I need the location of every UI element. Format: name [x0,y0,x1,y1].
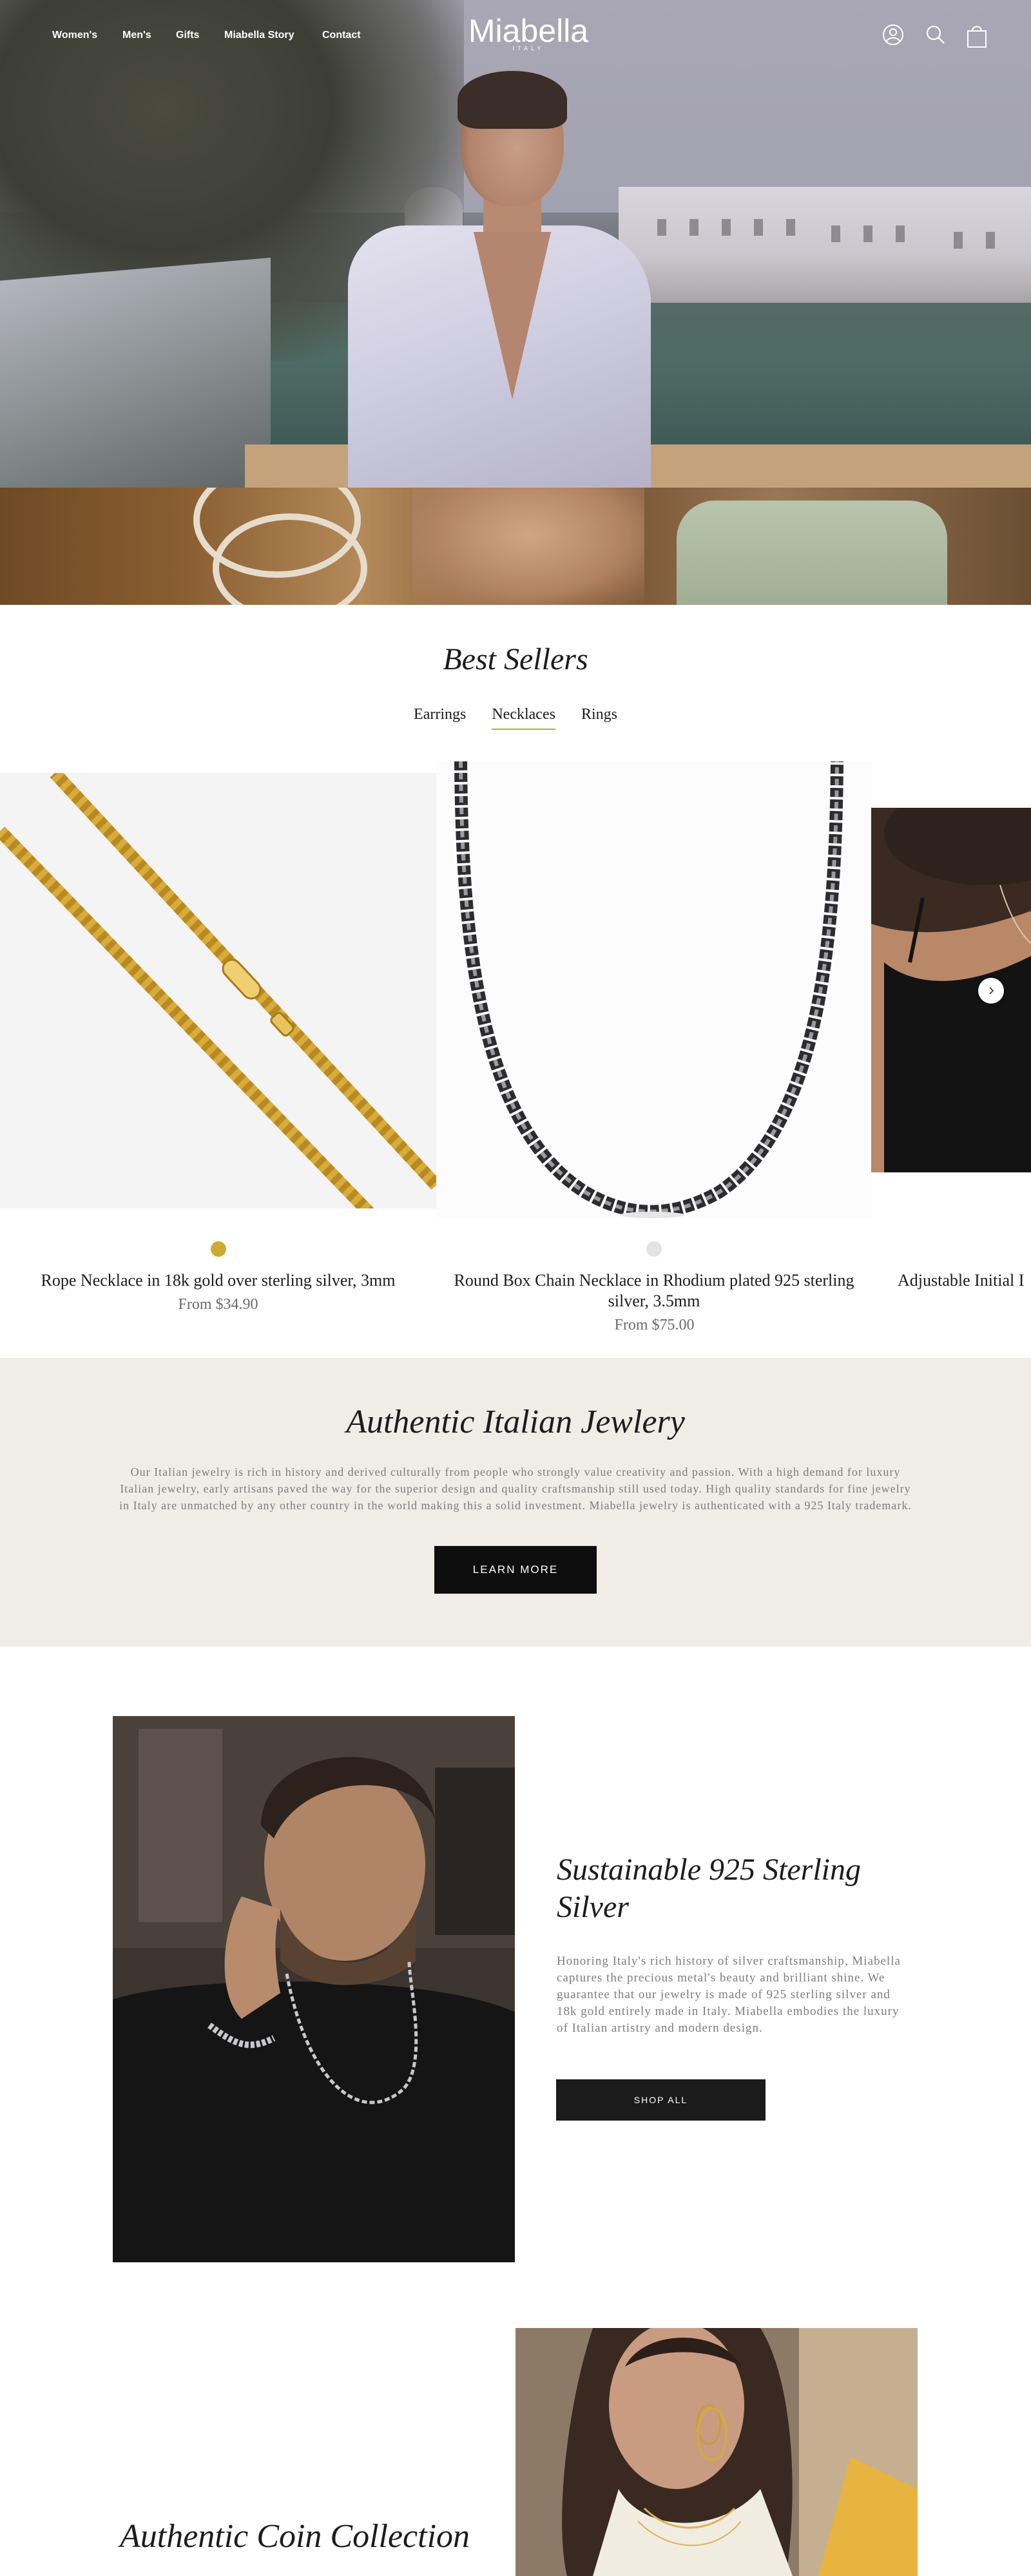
product-name-3[interactable]: Adjustable Initial I [898,1270,1031,1291]
best-sellers-tabs: Earrings Necklaces Rings [0,706,1031,730]
nav-miabella-story[interactable]: Miabella Story [224,30,294,41]
swatch-gold[interactable] [211,1241,226,1257]
product-name-2[interactable]: Round Box Chain Necklace in Rhodium plat… [451,1270,857,1312]
swatch-silver[interactable] [646,1241,662,1257]
learn-more-button[interactable]: LEARN MORE [434,1546,597,1594]
product-image-initial-necklace[interactable] [871,808,1031,1172]
nav-contact[interactable]: Contact [322,30,361,41]
sterling-image [113,1716,515,2262]
hero-second-image [0,488,1031,605]
hero-model [348,52,651,488]
product-price-2: From $75.00 [614,1317,695,1333]
coin-collection-title: Authentic Coin Collection [120,2518,470,2555]
chevron-right-icon [989,987,994,995]
header-icons [882,23,991,49]
logo-name: Miabella [468,13,589,49]
authentic-title: Authentic Italian Jewlery [346,1404,685,1440]
hero-building [619,187,1031,303]
best-sellers-title: Best Sellers [443,642,588,676]
coin-collection-image [516,2328,918,2576]
product-price-1: From $34.90 [178,1296,258,1313]
cart-icon[interactable] [965,23,991,49]
tab-necklaces[interactable]: Necklaces [492,706,555,730]
sterling-title: Sustainable 925 Sterling Silver [557,1853,861,1924]
hero-strip [0,488,1031,605]
nav-mens[interactable]: Men's [122,30,151,41]
product-image-rope-necklace[interactable] [0,773,436,1208]
nav-womens[interactable]: Women's [52,30,97,41]
account-icon[interactable] [882,23,907,49]
tab-rings[interactable]: Rings [581,706,617,729]
authentic-italian-section: Authentic Italian Jewlery Our Italian je… [0,1358,1031,1646]
shop-all-button[interactable]: SHOP ALL [556,2079,766,2121]
site-logo[interactable]: Miabella ITALY [451,14,606,52]
tab-earrings[interactable]: Earrings [414,706,466,729]
nav-gifts[interactable]: Gifts [176,30,199,41]
carousel-next-button[interactable] [978,978,1004,1004]
product-image-box-chain[interactable] [436,761,872,1219]
hero-wall [0,258,271,488]
authentic-body: Our Italian jewelry is rich in history a… [119,1465,912,1512]
search-icon[interactable] [924,23,950,49]
sterling-body: Honoring Italy's rich history of silver … [557,1954,901,2035]
hero-banner [0,0,1031,488]
product-name-1[interactable]: Rope Necklace in 18k gold over sterling … [0,1270,436,1291]
